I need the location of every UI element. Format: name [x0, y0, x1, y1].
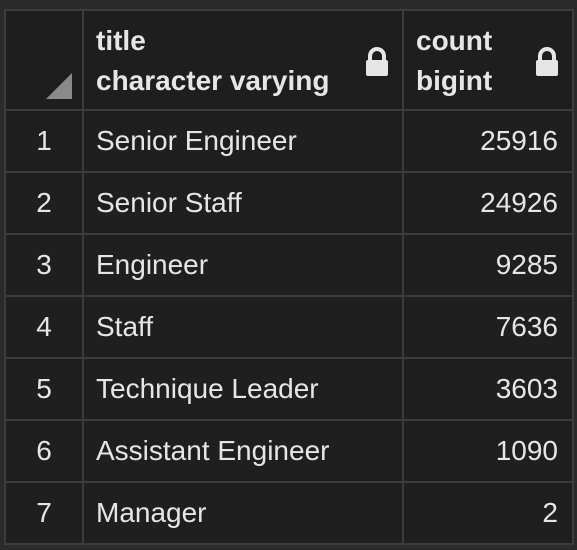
row-number[interactable]: 6: [4, 419, 84, 483]
cell-title[interactable]: Senior Engineer: [82, 109, 404, 173]
cell-count[interactable]: 25916: [402, 109, 574, 173]
column-type: character varying: [96, 65, 330, 96]
cell-title[interactable]: Assistant Engineer: [82, 419, 404, 483]
table-row[interactable]: 6 Assistant Engineer 1090: [4, 419, 574, 483]
table-row[interactable]: 5 Technique Leader 3603: [4, 357, 574, 421]
data-table: title character varying count bigint 1 S…: [4, 9, 574, 545]
cell-title[interactable]: Senior Staff: [82, 171, 404, 235]
cell-title[interactable]: Staff: [82, 295, 404, 359]
cell-title[interactable]: Engineer: [82, 233, 404, 297]
cell-title[interactable]: Technique Leader: [82, 357, 404, 421]
row-number[interactable]: 7: [4, 481, 84, 545]
row-number[interactable]: 2: [4, 171, 84, 235]
lock-icon: [536, 47, 558, 76]
cell-count[interactable]: 7636: [402, 295, 574, 359]
table-row[interactable]: 1 Senior Engineer 25916: [4, 109, 574, 173]
column-header-count[interactable]: count bigint: [402, 9, 574, 111]
cell-count[interactable]: 1090: [402, 419, 574, 483]
row-number[interactable]: 3: [4, 233, 84, 297]
lock-icon: [366, 47, 388, 76]
column-name: count: [416, 25, 493, 56]
row-number[interactable]: 5: [4, 357, 84, 421]
table-row[interactable]: 2 Senior Staff 24926: [4, 171, 574, 235]
select-all-triangle-icon: [46, 73, 72, 99]
table-row[interactable]: 7 Manager 2: [4, 481, 574, 545]
header-row: title character varying count bigint: [4, 9, 574, 111]
row-number[interactable]: 1: [4, 109, 84, 173]
result-grid: title character varying count bigint 1 S…: [0, 0, 577, 550]
cell-count[interactable]: 9285: [402, 233, 574, 297]
table-row[interactable]: 3 Engineer 9285: [4, 233, 574, 297]
column-name: title: [96, 25, 146, 56]
cell-count[interactable]: 2: [402, 481, 574, 545]
cell-count[interactable]: 3603: [402, 357, 574, 421]
cell-title[interactable]: Manager: [82, 481, 404, 545]
column-type: bigint: [416, 65, 493, 96]
select-all-corner[interactable]: [4, 9, 84, 111]
column-header-title[interactable]: title character varying: [82, 9, 404, 111]
cell-count[interactable]: 24926: [402, 171, 574, 235]
row-number[interactable]: 4: [4, 295, 84, 359]
table-row[interactable]: 4 Staff 7636: [4, 295, 574, 359]
